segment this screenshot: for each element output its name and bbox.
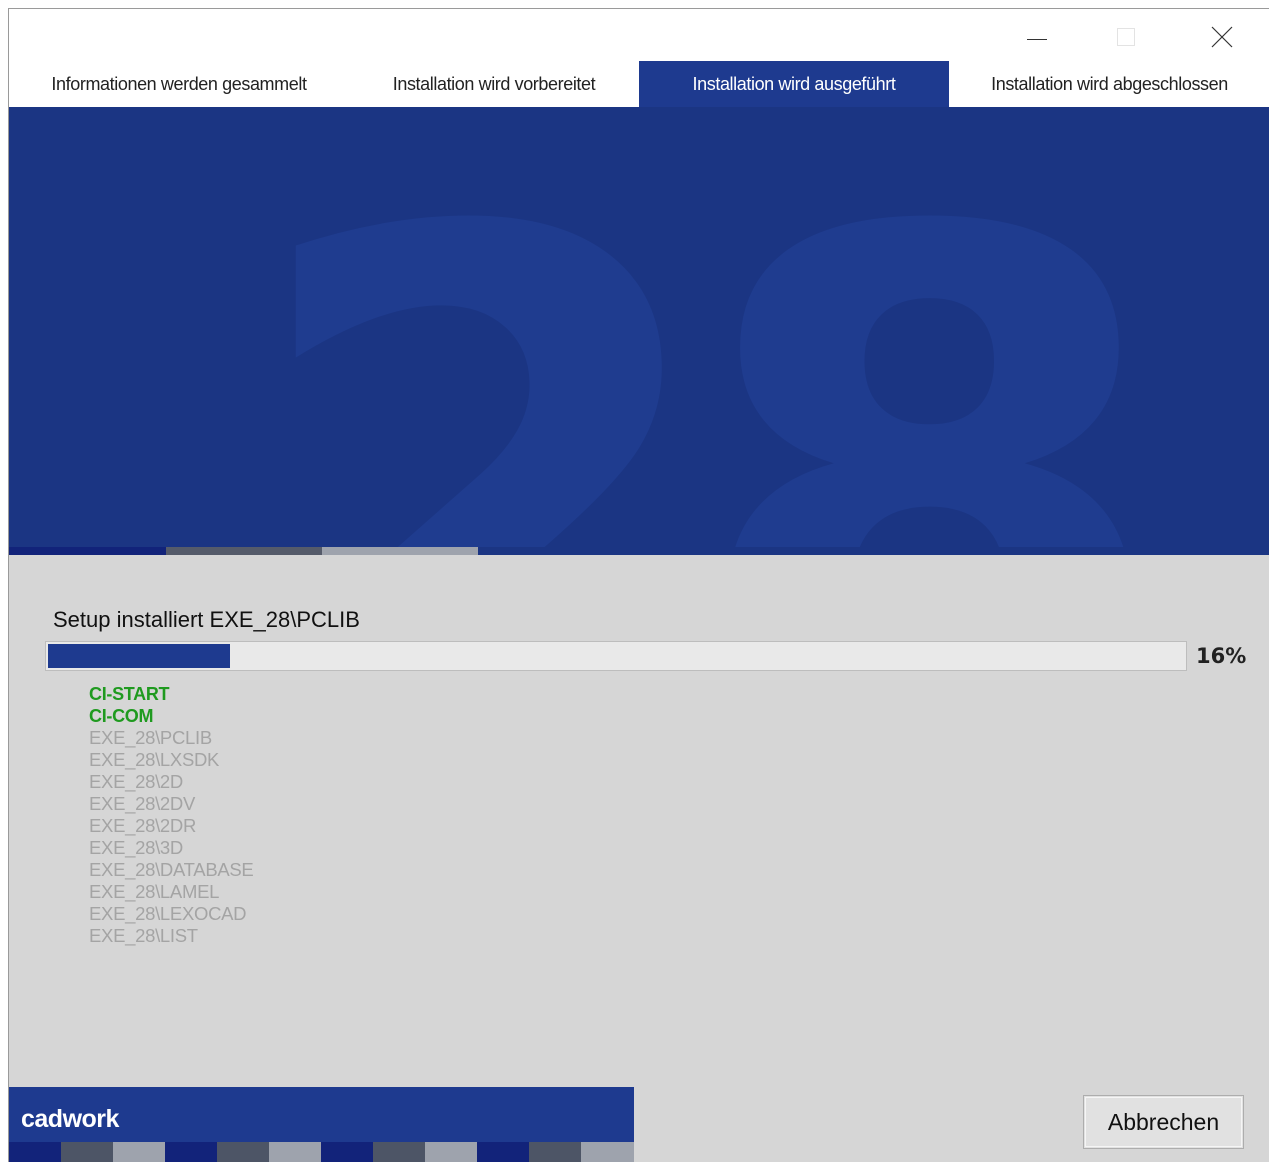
close-button[interactable] (1202, 23, 1242, 51)
progress-fill (48, 644, 230, 668)
component-item: EXE_28\PCLIB (89, 727, 212, 748)
tab-ausgefuehrt: Installation wird ausgeführt (639, 61, 949, 107)
banner: 28 (9, 107, 1269, 547)
tab-informationen: Informationen werden gesammelt (51, 74, 307, 94)
tab-vorbereitet: Installation wird vorbereitet (392, 74, 596, 94)
brand-logo: cadwork (21, 1105, 119, 1133)
minimize-icon (1027, 38, 1047, 40)
tab-abgeschlossen: Installation wird abgeschlossen (991, 74, 1228, 94)
close-icon (1211, 26, 1233, 48)
component-item: EXE_28\2D (89, 771, 183, 792)
brand-stripes (9, 1142, 634, 1162)
banner-graphic: 28 (239, 107, 1174, 547)
component-item: EXE_28\LAMEL (89, 881, 220, 902)
component-item: EXE_28\DATABASE (89, 859, 254, 880)
install-panel: Setup installiert EXE_28\PCLIB 16% CI-ST… (9, 555, 1269, 1162)
cancel-button[interactable]: Abbrechen (1083, 1095, 1244, 1149)
component-item: EXE_28\LXSDK (89, 749, 220, 770)
installer-window: Informationen werden gesammelt Installat… (8, 8, 1269, 1162)
maximize-button (1106, 23, 1146, 51)
banner-stripe (478, 547, 1269, 555)
component-list: CI-START CI-COM EXE_28\PCLIB EXE_28\LXSDK EX… (89, 683, 254, 947)
svg-text:28: 28 (239, 107, 1134, 547)
component-item: EXE_28\LIST (89, 925, 198, 946)
progress-bar (45, 641, 1187, 671)
status-text: Setup installiert EXE_28\PCLIB (53, 607, 360, 632)
component-item: EXE_28\2DV (89, 793, 196, 814)
component-item: CI-START (89, 684, 170, 704)
component-item: CI-COM (89, 706, 154, 726)
step-tabs: Informationen werden gesammelt Installat… (9, 61, 1269, 107)
component-item: EXE_28\3D (89, 837, 183, 858)
minimize-button[interactable] (1017, 23, 1057, 51)
component-item: EXE_28\LEXOCAD (89, 903, 247, 924)
banner-stripe (166, 547, 322, 555)
banner-stripe (9, 547, 166, 555)
banner-stripe (322, 547, 478, 555)
brand-bar: cadwork (9, 1087, 634, 1142)
component-item: EXE_28\2DR (89, 815, 197, 836)
progress-percent: 16% (1196, 644, 1247, 668)
maximize-icon (1117, 28, 1135, 46)
